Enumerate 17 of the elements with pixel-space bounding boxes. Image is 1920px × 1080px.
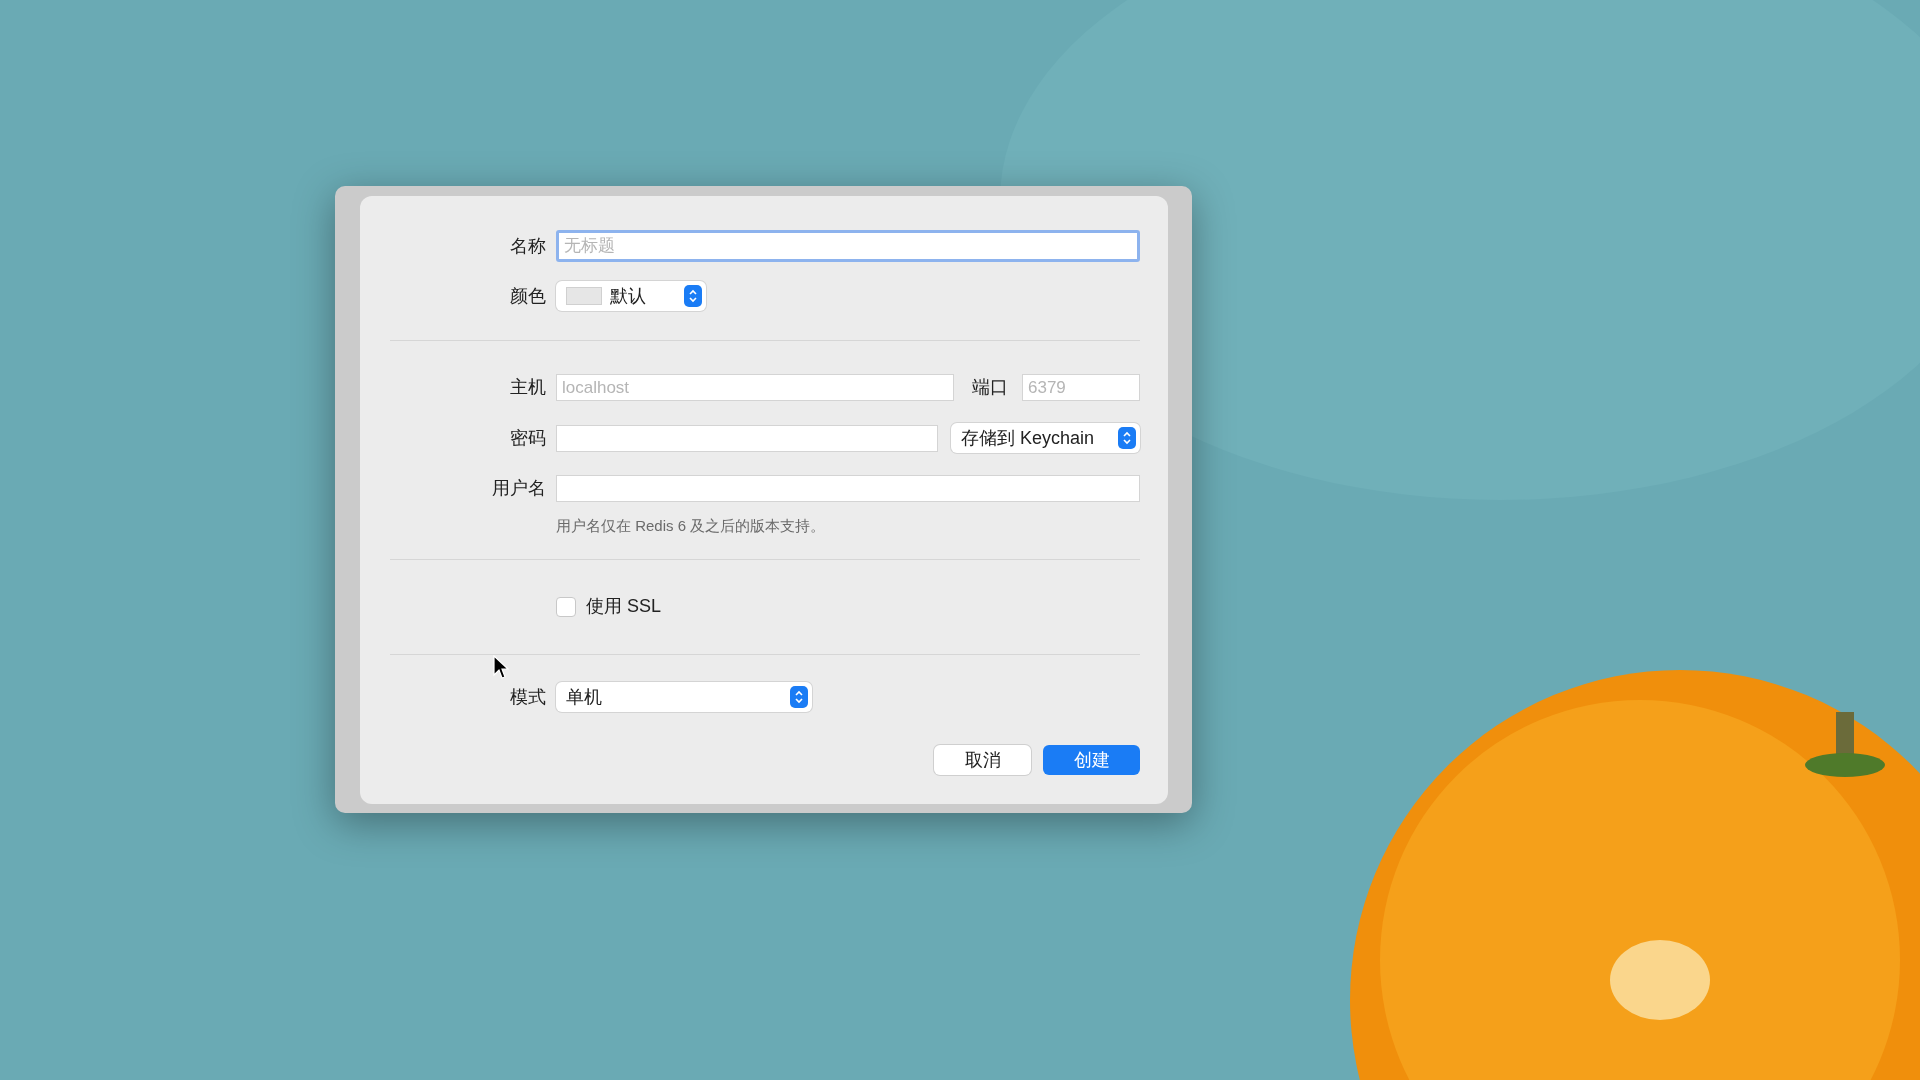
field-label: 颜色 — [510, 284, 546, 308]
field-label: 主机 — [510, 376, 546, 399]
create-button[interactable]: 创建 — [1043, 745, 1140, 775]
keychain-popup[interactable]: 存储到 Keychain — [951, 423, 1140, 453]
hint-text: 用户名仅在 Redis 6 及之后的版本支持。 — [556, 517, 826, 534]
field-label: 名称 — [510, 234, 546, 258]
mode-popup[interactable]: 单机 — [556, 682, 812, 712]
field-label: 模式 — [510, 685, 546, 709]
host-field[interactable]: localhost — [556, 374, 954, 401]
port-field[interactable]: 6379 — [1022, 374, 1140, 401]
name-field[interactable]: 无标题 — [556, 230, 1140, 262]
field-label: 用户名 — [492, 477, 546, 500]
field-label: 密码 — [510, 426, 546, 450]
color-popup[interactable]: 默认 — [556, 281, 706, 311]
checkbox-label: 使用 SSL — [586, 595, 662, 618]
cancel-button[interactable]: 取消 — [934, 745, 1031, 775]
field-label: 端口 — [972, 376, 1008, 399]
